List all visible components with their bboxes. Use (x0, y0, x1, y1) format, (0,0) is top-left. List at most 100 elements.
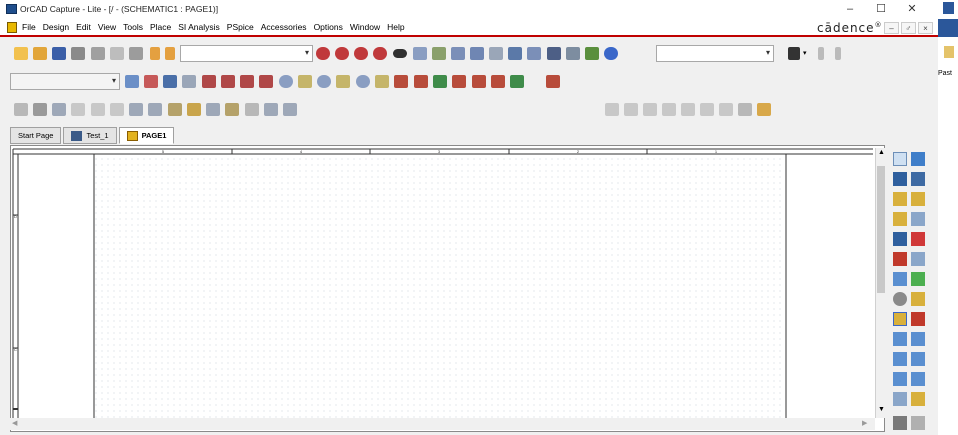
place-part-icon[interactable] (911, 152, 925, 166)
place-wire-icon[interactable] (893, 172, 907, 186)
print-icon[interactable] (71, 47, 85, 60)
scroll-right-icon[interactable]: ▶ (862, 419, 867, 427)
zoom-out-icon[interactable] (335, 47, 349, 60)
more-tools-icon[interactable] (911, 416, 925, 430)
mdi-minimize-button[interactable]: – (884, 22, 899, 34)
minimize-button[interactable]: – (835, 1, 865, 17)
open-folder-icon[interactable] (33, 47, 47, 60)
place-picture-icon[interactable] (893, 392, 907, 406)
place-bus-entry-icon[interactable] (110, 103, 124, 116)
search-combo[interactable]: ▾ (656, 45, 774, 62)
place-ground-icon[interactable] (911, 232, 925, 246)
netlist-export-icon[interactable] (585, 47, 599, 60)
simulation-profile-combo[interactable]: ▾ (10, 73, 120, 90)
maximize-button[interactable]: ☐ (866, 1, 896, 17)
place-wire-icon[interactable] (33, 103, 47, 116)
mdi-close-button[interactable]: × (918, 22, 933, 34)
place-junction-icon[interactable] (893, 212, 907, 226)
parametric-plotter-icon[interactable] (491, 75, 505, 88)
advanced-settings-icon[interactable] (546, 75, 560, 88)
previous-icon[interactable] (818, 47, 824, 60)
menu-design[interactable]: Design (43, 22, 69, 32)
place-rectangle-icon[interactable] (893, 352, 907, 366)
menu-si-analysis[interactable]: SI Analysis (178, 22, 220, 32)
snap-to-grid-icon[interactable] (527, 47, 541, 60)
drc-icon[interactable] (451, 47, 465, 60)
place-rectangle-icon[interactable] (283, 103, 297, 116)
align-left-icon[interactable] (605, 103, 619, 116)
place-ground-icon[interactable] (148, 103, 162, 116)
place-bus-entry-icon[interactable] (911, 192, 925, 206)
place-arc-icon[interactable] (893, 372, 907, 386)
chevron-down-icon[interactable]: ▾ (112, 76, 116, 85)
menu-place[interactable]: Place (150, 22, 171, 32)
place-line-icon[interactable] (893, 332, 907, 346)
place-text-icon[interactable] (245, 103, 259, 116)
vertical-scroll-thumb[interactable] (877, 166, 885, 293)
bill-of-materials-icon[interactable] (508, 47, 522, 60)
menu-tools[interactable]: Tools (123, 22, 143, 32)
place-net-label-icon[interactable] (911, 212, 925, 226)
smoke-icon[interactable] (472, 75, 486, 88)
copy-icon[interactable] (110, 47, 124, 60)
place-bus-icon[interactable] (893, 192, 907, 206)
new-simulation-icon[interactable] (125, 75, 139, 88)
save-icon[interactable] (52, 47, 66, 60)
place-power-icon[interactable] (129, 103, 143, 116)
place-off-page-connector-icon[interactable] (206, 103, 220, 116)
menu-window[interactable]: Window (350, 22, 380, 32)
paste-icon[interactable] (944, 46, 954, 58)
view-eye-icon[interactable] (393, 49, 407, 58)
magnetic-designer-icon[interactable] (510, 75, 524, 88)
scroll-left-icon[interactable]: ◀ (12, 419, 17, 427)
zoom-all-icon[interactable] (373, 47, 387, 60)
place-part-icon[interactable] (14, 103, 28, 116)
document-icon[interactable] (7, 22, 17, 33)
run-pspice-icon[interactable] (163, 75, 177, 88)
place-hierarchical-port-icon[interactable] (187, 103, 201, 116)
menu-file[interactable]: File (22, 22, 36, 32)
place-power-icon[interactable] (893, 232, 907, 246)
distribute-horizontal-icon[interactable] (719, 103, 733, 116)
tab-test-1[interactable]: Test_1 (63, 127, 117, 144)
enable-bias-current-icon[interactable] (317, 75, 331, 88)
place-junction-icon[interactable] (91, 103, 105, 116)
menu-view[interactable]: View (98, 22, 116, 32)
align-center-icon[interactable] (624, 103, 638, 116)
place-net-alias-icon[interactable] (52, 103, 66, 116)
menu-pspice[interactable]: PSpice (227, 22, 254, 32)
area-select-icon[interactable] (547, 47, 561, 60)
enable-bias-power-icon[interactable] (356, 75, 370, 88)
sensitivity-icon[interactable] (414, 75, 428, 88)
voltage-marker-icon[interactable] (202, 75, 216, 88)
distribute-vertical-icon[interactable] (738, 103, 752, 116)
voltage-display-icon[interactable] (298, 75, 312, 88)
monte-carlo-icon[interactable] (452, 75, 466, 88)
voltage-diff-marker-icon[interactable] (221, 75, 235, 88)
new-file-icon[interactable] (14, 47, 28, 60)
place-text-icon[interactable] (893, 312, 907, 326)
place-pin-icon[interactable] (911, 272, 925, 286)
binoculars-icon[interactable] (788, 47, 800, 60)
place-ellipse-icon[interactable] (911, 352, 925, 366)
next-icon[interactable] (835, 47, 841, 60)
delete-icon[interactable] (911, 312, 925, 326)
place-ieee-symbol-icon[interactable] (911, 292, 925, 306)
menu-help[interactable]: Help (387, 22, 404, 32)
view-results-icon[interactable] (182, 75, 196, 88)
close-button[interactable]: ✕ (897, 1, 927, 17)
project-manager-icon[interactable] (566, 47, 580, 60)
search-dropdown-icon[interactable]: ▾ (803, 47, 811, 60)
place-bezier-icon[interactable] (911, 372, 925, 386)
cross-reference-icon[interactable] (489, 47, 503, 60)
place-hierarchical-block-icon[interactable] (168, 103, 182, 116)
place-bus-icon[interactable] (71, 103, 85, 116)
back-annotate-icon[interactable] (432, 47, 446, 60)
align-top-icon[interactable] (662, 103, 676, 116)
pin-icon[interactable] (757, 103, 771, 116)
place-line-icon[interactable] (264, 103, 278, 116)
redo-icon[interactable] (165, 47, 175, 60)
place-no-connect-icon[interactable] (893, 292, 907, 306)
mdi-restore-button[interactable]: ♂ (901, 22, 916, 34)
paste-icon[interactable] (129, 47, 143, 60)
